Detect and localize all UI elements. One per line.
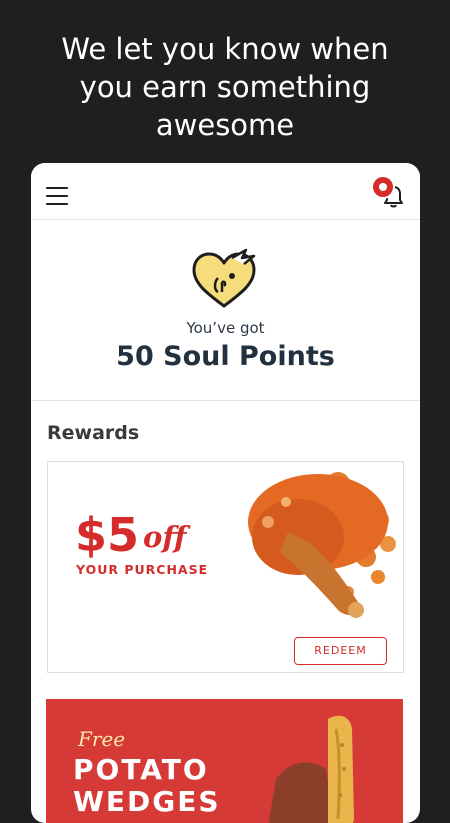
reward-subtitle: YOUR PURCHASE — [76, 562, 209, 577]
notifications-button[interactable] — [373, 177, 407, 211]
promo-title-line-1: POTATO — [73, 753, 209, 786]
headline-line-2: you earn something — [79, 70, 371, 104]
headline-line-3: awesome — [155, 108, 295, 142]
reward-card-five-off[interactable]: $5 off YOUR PURCHASE REDEEM — [47, 461, 404, 673]
chicken-wing-image — [248, 472, 396, 618]
reward-card-potato-wedges[interactable]: Free POTATO WEDGES — [46, 699, 403, 823]
points-summary — [31, 220, 420, 401]
promo-prefix: Free — [78, 727, 126, 751]
notification-badge — [373, 177, 393, 197]
promo-title-line-2: WEDGES — [73, 785, 221, 818]
reward-amount: $5 — [75, 508, 140, 562]
marketing-headline: We let you know when you earn something … — [0, 30, 450, 144]
app-top-bar — [31, 163, 420, 220]
headline-line-1: We let you know when — [61, 32, 389, 66]
redeem-button[interactable]: REDEEM — [294, 637, 387, 665]
app-screen: You’ve got 50 Soul Points Rewards $5 off… — [31, 163, 420, 823]
soul-heart-logo-icon — [192, 248, 256, 308]
rewards-heading: Rewards — [47, 422, 140, 444]
points-balance: 50 Soul Points — [116, 341, 335, 372]
points-intro-text: You’ve got — [186, 319, 265, 337]
reward-suffix: off — [143, 520, 187, 554]
potato-wedge-image — [268, 715, 354, 823]
hamburger-menu-icon[interactable] — [46, 187, 68, 205]
